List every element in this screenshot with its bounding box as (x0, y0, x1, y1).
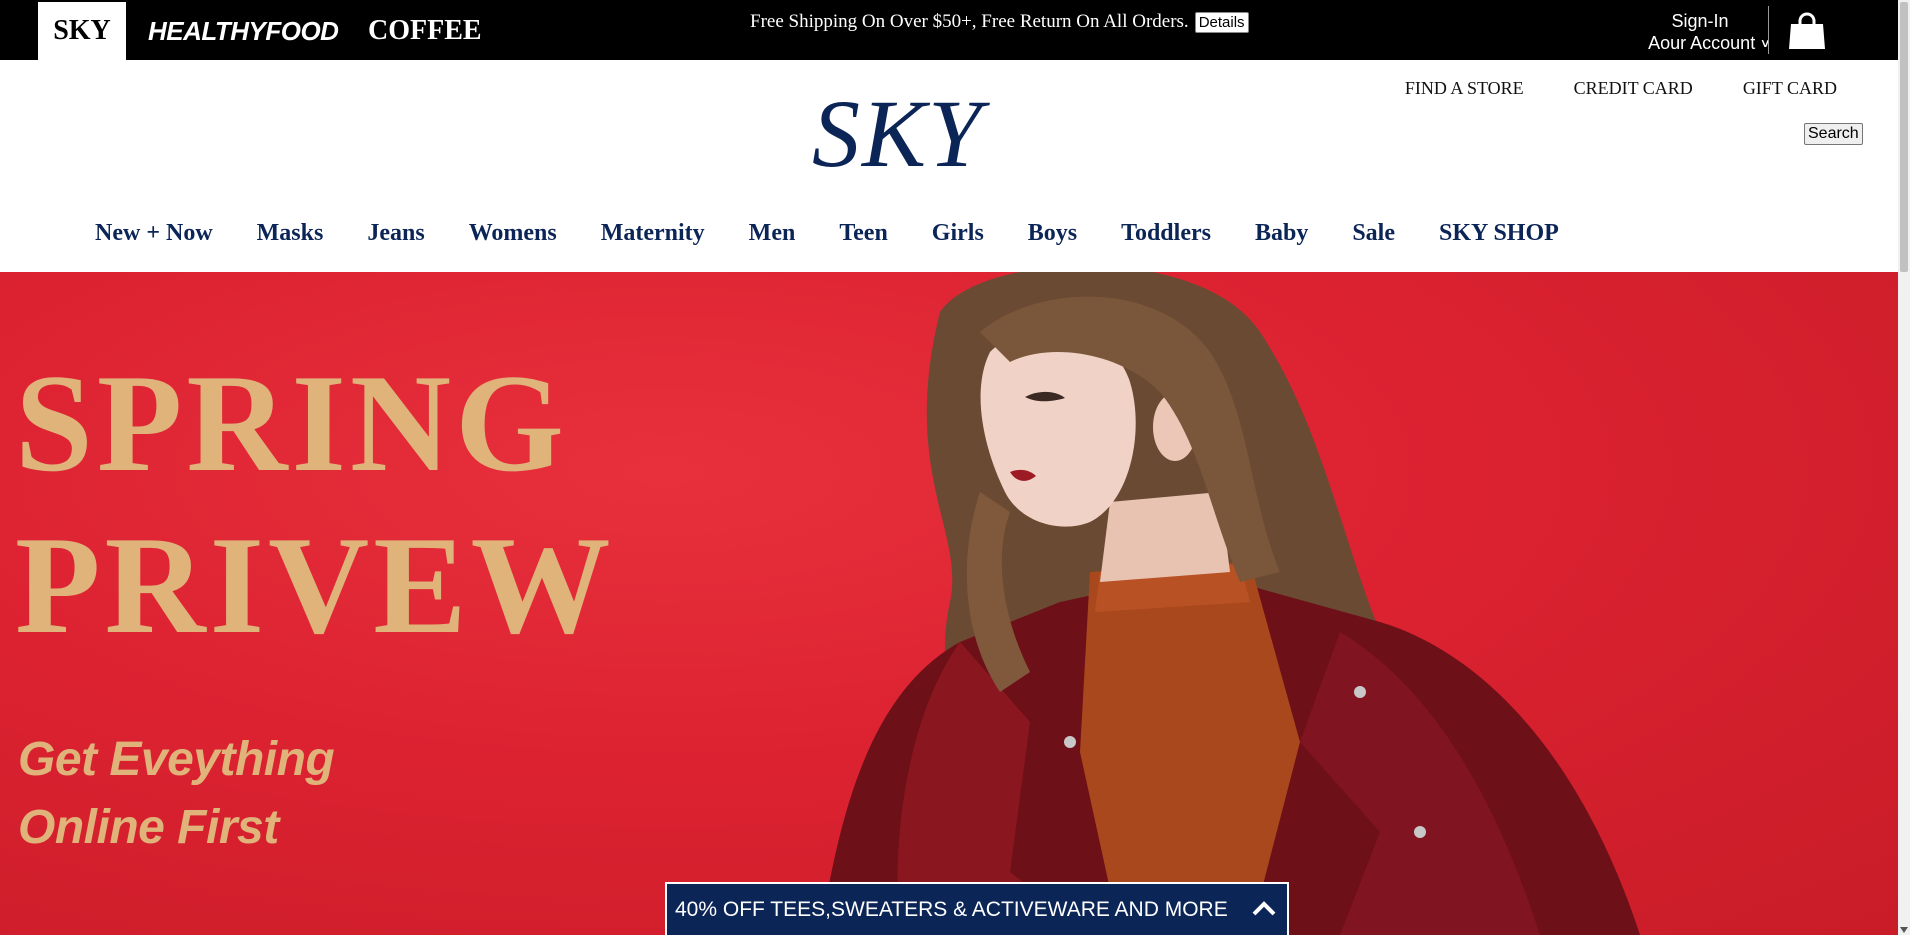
scroll-down-arrow-icon[interactable] (1900, 927, 1908, 933)
nav-item-new-now[interactable]: New + Now (95, 220, 213, 247)
hero-model-image (820, 272, 1640, 935)
shopping-bag-icon[interactable] (1787, 12, 1827, 50)
hero-subtitle-line-1: Get Eveything (18, 733, 335, 786)
chevron-up-icon[interactable] (1251, 898, 1277, 918)
hero-subtitle-line-2: Online First (18, 801, 279, 854)
nav-item-girls[interactable]: Girls (932, 220, 984, 247)
details-button[interactable]: Details (1194, 11, 1249, 33)
page-scrollbar[interactable] (1898, 0, 1910, 935)
promo-banner-text: 40% OFF TEES,SWEATERS & ACTIVEWARE AND M… (675, 898, 1228, 921)
divider (1768, 6, 1769, 54)
nav-item-maternity[interactable]: Maternity (601, 220, 705, 247)
hero-title-line-1: SPRING (15, 346, 568, 501)
nav-item-baby[interactable]: Baby (1255, 220, 1308, 247)
promo-banner[interactable]: 40% OFF TEES,SWEATERS & ACTIVEWARE AND M… (665, 882, 1289, 935)
find-a-store-link[interactable]: FIND A STORE (1405, 78, 1524, 99)
scrollbar-thumb[interactable] (1900, 2, 1908, 272)
nav-item-womens[interactable]: Womens (469, 220, 557, 247)
signin-link[interactable]: Sign-In (1648, 10, 1770, 32)
nav-item-sky-shop[interactable]: SKY SHOP (1439, 220, 1559, 247)
nav-item-jeans[interactable]: Jeans (367, 220, 424, 247)
top-bar: SKY HEALTHYFOOD COFFEE Free Shipping On … (0, 0, 1898, 60)
brand-tab-coffee[interactable]: COFFEE (368, 2, 482, 60)
nav-item-boys[interactable]: Boys (1028, 220, 1077, 247)
nav-item-toddlers[interactable]: Toddlers (1121, 220, 1211, 247)
main-nav: New + Now Masks Jeans Womens Maternity M… (95, 220, 1603, 247)
hero-banner[interactable]: SPRING PRIVEW Get Eveything Online First (0, 272, 1898, 935)
credit-card-link[interactable]: CREDIT CARD (1574, 78, 1693, 99)
nav-item-teen[interactable]: Teen (839, 220, 887, 247)
nav-item-masks[interactable]: Masks (257, 220, 324, 247)
shipping-promo-text: Free Shipping On Over $50+, Free Return … (750, 11, 1189, 32)
chevron-down-icon[interactable]: ∨ (1760, 32, 1771, 54)
shipping-promo: Free Shipping On Over $50+, Free Return … (750, 10, 1249, 34)
gift-card-link[interactable]: GIFT CARD (1743, 78, 1837, 99)
utility-links: FIND A STORE CREDIT CARD GIFT CARD (1405, 78, 1837, 99)
brand-tab-sky[interactable]: SKY (38, 2, 126, 60)
account-menu[interactable]: Sign-In Aour Account ∨ (1648, 10, 1771, 56)
nav-item-sale[interactable]: Sale (1352, 220, 1395, 247)
hero-title-line-2: PRIVEW (15, 508, 615, 663)
brand-tab-healthyfood[interactable]: HEALTHYFOOD (148, 2, 339, 60)
nav-item-men[interactable]: Men (749, 220, 796, 247)
search-button[interactable]: Search (1804, 123, 1863, 145)
site-logo[interactable]: SKY (812, 86, 983, 182)
account-label[interactable]: Aour Account (1648, 33, 1755, 53)
